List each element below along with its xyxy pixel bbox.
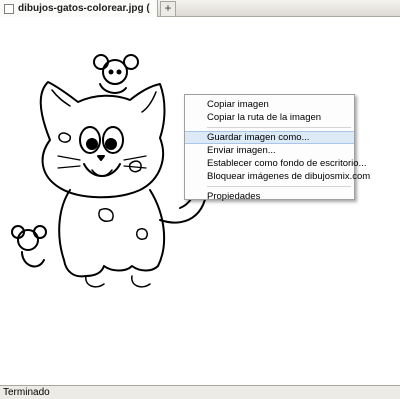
- tab-title: dibujos-gatos-colorear.jpg (JPEG Ima...: [18, 3, 150, 14]
- image-context-menu: Copiar imagen Copiar la ruta de la image…: [184, 94, 370, 203]
- menu-item-properties[interactable]: Propiedades: [185, 190, 354, 203]
- menu-item-send-image[interactable]: Enviar imagen...: [185, 144, 354, 157]
- image-file-icon: [4, 3, 14, 14]
- menu-item-save-image-as[interactable]: Guardar imagen como...: [185, 131, 354, 144]
- new-tab-button[interactable]: +: [160, 1, 176, 16]
- menu-item-set-desktop-background[interactable]: Establecer como fondo de escritorio...: [185, 157, 366, 170]
- menu-item-copy-image[interactable]: Copiar imagen: [185, 98, 354, 111]
- status-text: Terminado: [3, 387, 50, 398]
- menu-separator: [207, 186, 351, 187]
- menu-separator: [207, 127, 351, 128]
- tab-image[interactable]: dibujos-gatos-colorear.jpg (JPEG Ima...: [0, 0, 158, 17]
- tab-bar: dibujos-gatos-colorear.jpg (JPEG Ima... …: [0, 0, 400, 17]
- menu-item-copy-image-path[interactable]: Copiar la ruta de la imagen: [185, 111, 354, 124]
- status-bar: Terminado: [0, 385, 400, 399]
- menu-item-block-images[interactable]: Bloquear imágenes de dibujosmix.com: [185, 170, 370, 183]
